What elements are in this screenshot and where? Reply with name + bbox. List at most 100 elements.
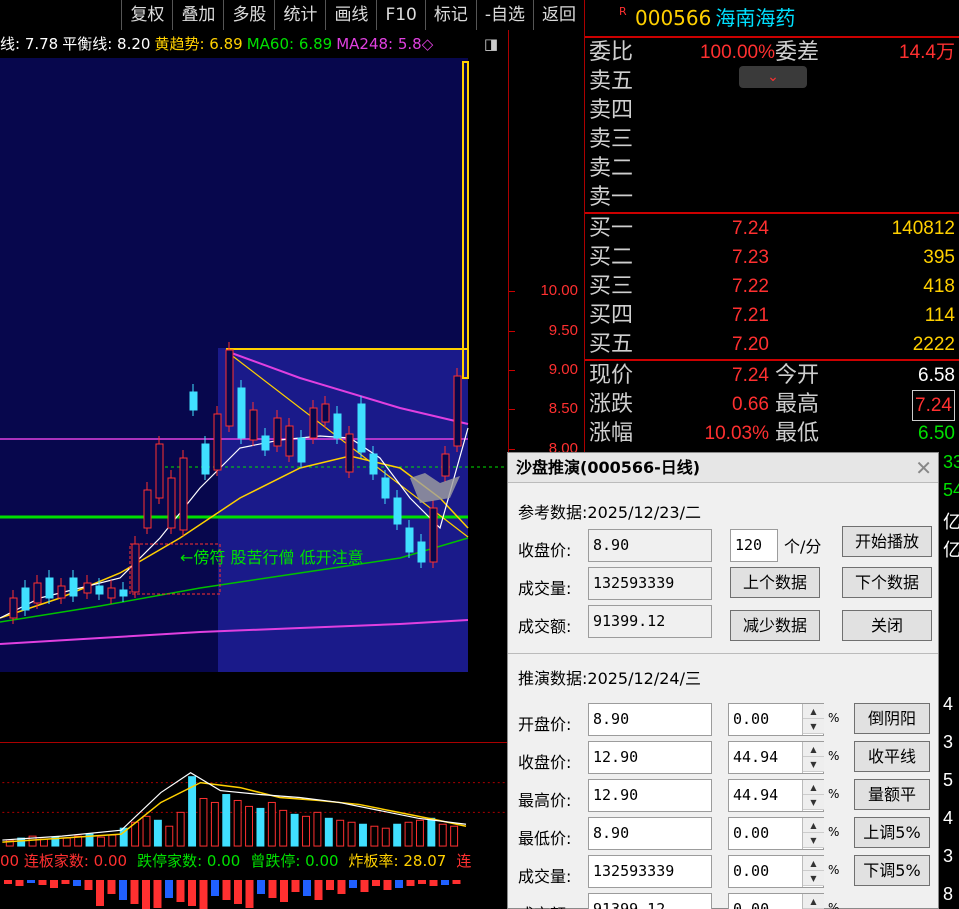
- sim-action-button[interactable]: 量额平: [854, 779, 930, 810]
- stat-value: 7.24: [912, 390, 955, 421]
- spinner[interactable]: ▲▼: [802, 818, 824, 849]
- percent-sign: %: [828, 749, 840, 763]
- toolbar-button[interactable]: F10: [376, 0, 424, 30]
- candle-body: [95, 585, 104, 595]
- toolbar-button[interactable]: 画线: [325, 0, 376, 30]
- spinner[interactable]: ▲▼: [802, 742, 824, 773]
- sim-action-button[interactable]: 收平线: [854, 741, 930, 772]
- spin-up-icon[interactable]: ▲: [803, 894, 824, 909]
- candle-body: [237, 387, 246, 439]
- spin-down-icon[interactable]: ▼: [803, 719, 824, 734]
- stock-code[interactable]: 000566: [635, 6, 711, 30]
- stock-name[interactable]: 海南海药: [715, 6, 795, 30]
- toolbar-button[interactable]: 多股: [223, 0, 274, 30]
- sim-action-button[interactable]: 上调5%: [854, 817, 930, 848]
- spinner[interactable]: ▲▼: [802, 856, 824, 887]
- axis-tick: [509, 449, 515, 450]
- volume-chart[interactable]: [0, 742, 508, 850]
- toolbar-button[interactable]: 叠加: [172, 0, 223, 30]
- indicator-bar: [372, 880, 380, 886]
- spin-up-icon[interactable]: ▲: [803, 742, 824, 757]
- price-axis-label: 9.00: [548, 361, 578, 378]
- bid-row[interactable]: 买四 7.21 114: [585, 301, 959, 330]
- ask-row[interactable]: 卖三: [585, 125, 959, 154]
- indicator-value: 黄趋势: 6.89: [154, 35, 243, 53]
- candle-body: [285, 425, 294, 457]
- toolbar-button[interactable]: 复权: [121, 0, 172, 30]
- spin-up-icon[interactable]: ▲: [803, 704, 824, 719]
- overflow-text: 4: [943, 808, 954, 828]
- ask-row[interactable]: 卖五: [585, 67, 959, 96]
- indicator-bar: [96, 880, 104, 906]
- indicator-bar: [257, 880, 265, 894]
- sim-value-input[interactable]: 12.90: [588, 779, 712, 812]
- toolbar-button[interactable]: -自选: [475, 0, 533, 30]
- indicator-value: 平衡线: 8.20: [62, 35, 151, 53]
- overflow-text: 8: [943, 884, 954, 904]
- sim-value-input[interactable]: 132593339: [588, 855, 712, 888]
- sim-value-input[interactable]: 12.90: [588, 741, 712, 774]
- dialog-title-bar[interactable]: 沙盘推演(000566-日线) ✕: [508, 453, 938, 483]
- spinner[interactable]: ▲▼: [802, 780, 824, 811]
- price-axis-label: 8.50: [548, 400, 578, 417]
- percent-sign: %: [828, 787, 840, 801]
- spin-down-icon[interactable]: ▼: [803, 795, 824, 810]
- toolbar-button[interactable]: 返回: [533, 0, 584, 30]
- ask-book: 卖五 卖四 卖三 卖二 卖一: [585, 67, 959, 212]
- volume-bar: [381, 827, 390, 847]
- indicator-legend: 线: 7.78 平衡线: 8.20 黄趋势: 6.89 MA60: 6.89 MA248…: [0, 32, 508, 56]
- spinner[interactable]: ▲▼: [802, 894, 824, 909]
- volume-bar: [290, 813, 299, 847]
- candle-body: [225, 349, 234, 427]
- ref-close-label: 收盘价:: [518, 541, 572, 560]
- sim-action-button[interactable]: 下调5%: [854, 855, 930, 886]
- stat-label: 现价: [589, 363, 634, 388]
- bid-row[interactable]: 买一 7.24 140812: [585, 214, 959, 243]
- candle-body: [57, 585, 66, 599]
- spinner[interactable]: ▲▼: [802, 704, 824, 735]
- level-price: 7.22: [732, 276, 769, 297]
- spin-down-icon[interactable]: ▼: [803, 757, 824, 772]
- sim-value-input[interactable]: 91399.12: [588, 893, 712, 909]
- spin-down-icon[interactable]: ▼: [803, 833, 824, 848]
- toolbar-button[interactable]: 统计: [274, 0, 325, 30]
- sim-action-button[interactable]: 倒阴阳: [854, 703, 930, 734]
- percent-sign: %: [828, 863, 840, 877]
- reference-data-label: 参考数据:2025/12/23/二: [518, 503, 702, 522]
- panel-toggle-icon[interactable]: ◨: [484, 32, 498, 56]
- kline-chart[interactable]: ←傍符 股苦行僧 低开注意: [0, 58, 508, 740]
- sim-value-input[interactable]: 8.90: [588, 817, 712, 850]
- spin-up-icon[interactable]: ▲: [803, 818, 824, 833]
- candle-body: [9, 597, 18, 619]
- indicator-bar: [383, 880, 392, 890]
- ask-row[interactable]: 卖二: [585, 154, 959, 183]
- bid-row[interactable]: 买五 7.20 2222: [585, 330, 959, 359]
- play-speed-input[interactable]: 120: [730, 529, 778, 562]
- price-stats: 现价 7.24 今开 6.58 涨跌 0.66 最高 7.24 涨幅 10.03% …: [585, 361, 959, 448]
- candle-body: [249, 409, 258, 441]
- spin-up-icon[interactable]: ▲: [803, 856, 824, 871]
- prev-data-button[interactable]: 上个数据: [730, 567, 820, 598]
- spin-up-icon[interactable]: ▲: [803, 780, 824, 795]
- stat-value: 7.24: [732, 365, 769, 386]
- overflow-text: 33: [943, 452, 959, 472]
- spin-down-icon[interactable]: ▼: [803, 871, 824, 886]
- start-play-button[interactable]: 开始播放: [842, 526, 932, 557]
- volume-bar: [96, 836, 105, 847]
- ask-row[interactable]: 卖四: [585, 96, 959, 125]
- bid-row[interactable]: 买三 7.22 418: [585, 272, 959, 301]
- volume-bar: [427, 817, 436, 847]
- close-icon[interactable]: ✕: [915, 453, 932, 483]
- next-data-button[interactable]: 下个数据: [842, 567, 932, 598]
- ask-row[interactable]: 卖一: [585, 183, 959, 212]
- toolbar-button[interactable]: 标记: [424, 0, 476, 30]
- level-label: 卖四: [589, 98, 634, 123]
- bid-row[interactable]: 买二 7.23 395: [585, 243, 959, 272]
- sim-value-input[interactable]: 8.90: [588, 703, 712, 736]
- indicator-bar: [73, 880, 81, 886]
- indicator-bar: [291, 880, 300, 892]
- percent-sign: %: [828, 825, 840, 839]
- divider: [508, 653, 938, 654]
- reduce-data-button[interactable]: 减少数据: [730, 610, 820, 641]
- close-button[interactable]: 关闭: [842, 610, 932, 641]
